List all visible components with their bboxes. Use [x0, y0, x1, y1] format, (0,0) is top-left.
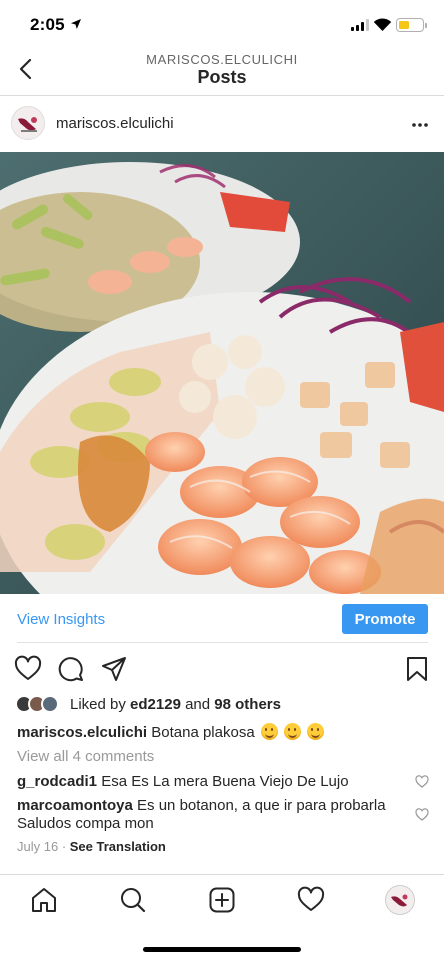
view-insights-link[interactable]: View Insights: [17, 611, 105, 628]
liker-username[interactable]: ed2129: [130, 696, 181, 713]
comment-item: marcoamontoya Es un botanon, a que ir pa…: [17, 797, 407, 833]
profile-tab-avatar[interactable]: [385, 885, 415, 915]
add-post-icon[interactable]: [208, 886, 236, 914]
likes-middle: and: [180, 696, 215, 713]
likes-summary[interactable]: Liked by ed2129 and 98 others: [70, 696, 281, 713]
smile-emoji-icon: [284, 723, 302, 740]
date-separator: ·: [58, 839, 70, 854]
location-arrow-icon: [71, 19, 81, 29]
post-actions: [0, 653, 444, 687]
nav-header: MARISCOS.ELCULICHI Posts: [0, 46, 444, 96]
save-bookmark-icon[interactable]: [403, 655, 431, 683]
home-icon[interactable]: [30, 886, 58, 914]
activity-heart-icon[interactable]: [297, 886, 325, 914]
search-icon[interactable]: [119, 886, 147, 914]
post-author-avatar[interactable]: [11, 106, 45, 140]
post-caption: mariscos.elculichi Botana plakosa: [17, 723, 417, 742]
share-send-icon[interactable]: [100, 655, 128, 683]
comment-like-heart-icon[interactable]: [415, 775, 429, 789]
likes-prefix: Liked by: [70, 696, 131, 713]
comment-icon[interactable]: [57, 655, 85, 683]
insights-bar: View Insights Promote: [0, 594, 444, 644]
likes-others-count[interactable]: 98 others: [214, 696, 281, 713]
status-time: 2:05: [30, 15, 65, 34]
wifi-icon: [373, 18, 392, 31]
see-translation-link[interactable]: See Translation: [70, 839, 166, 854]
status-bar: 2:05: [0, 0, 444, 50]
liker-avatars[interactable]: [15, 695, 65, 715]
post-photo[interactable]: [0, 152, 444, 594]
caption-text: Botana plakosa: [151, 724, 255, 741]
view-all-comments-link[interactable]: View all 4 comments: [17, 748, 154, 765]
like-heart-icon[interactable]: [14, 655, 42, 683]
smile-emoji-icon: [260, 723, 278, 740]
post-header: mariscos.elculichi: [0, 97, 444, 152]
divider: [17, 642, 428, 643]
post-date-row: July 16 · See Translation: [17, 839, 166, 854]
promote-button[interactable]: Promote: [342, 604, 428, 634]
battery-icon: [396, 18, 427, 32]
post-date: July 16: [17, 839, 59, 854]
comment-text: Esa Es La mera Buena Viejo De Lujo: [101, 773, 349, 790]
liker-avatar: [41, 695, 59, 713]
comment-username[interactable]: marcoamontoya: [17, 797, 133, 814]
cellular-signal-icon: [351, 19, 369, 31]
caption-username[interactable]: mariscos.elculichi: [17, 724, 147, 741]
home-indicator: [143, 947, 301, 952]
smile-emoji-icon: [307, 723, 325, 740]
comment-item: g_rodcadi1 Esa Es La mera Buena Viejo De…: [17, 773, 407, 791]
account-name-header: MARISCOS.ELCULICHI: [146, 52, 298, 67]
page-title: Posts: [197, 67, 247, 87]
more-options-icon[interactable]: [410, 115, 430, 135]
post-author-username[interactable]: mariscos.elculichi: [56, 115, 174, 132]
comment-username[interactable]: g_rodcadi1: [17, 773, 97, 790]
bottom-tab-bar: [0, 874, 444, 960]
comment-like-heart-icon[interactable]: [415, 808, 429, 822]
